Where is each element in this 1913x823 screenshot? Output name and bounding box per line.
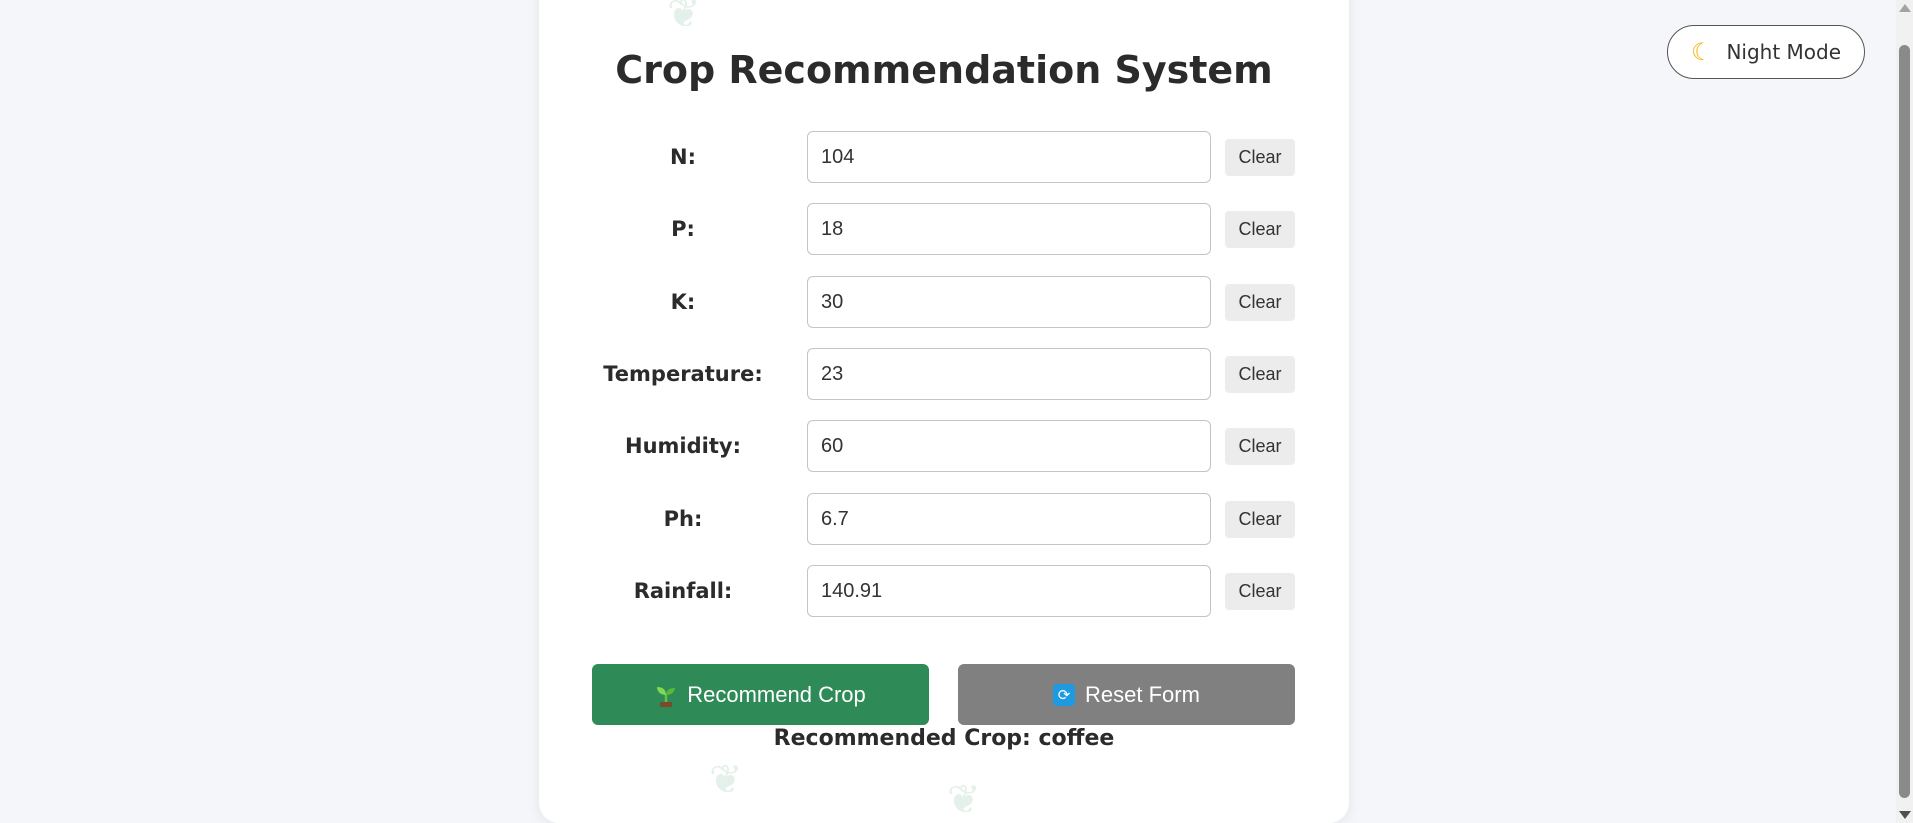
recommend-crop-button[interactable]: Recommend Crop — [592, 664, 929, 725]
refresh-icon: ⟳ — [1053, 683, 1076, 706]
clear-humidity-button[interactable]: Clear — [1225, 428, 1295, 465]
moon-icon: ☾ — [1690, 38, 1713, 66]
recommendation-result: Recommended Crop: coffee — [773, 726, 1115, 751]
field-label-n: N: — [670, 145, 696, 169]
sprout-icon — [655, 683, 677, 707]
vertical-scrollbar[interactable] — [1896, 0, 1913, 823]
field-row-rainfall: Rainfall: Clear — [539, 565, 1349, 617]
clear-p-button[interactable]: Clear — [1225, 211, 1295, 248]
scroll-down-arrow-icon[interactable] — [1899, 811, 1911, 819]
page-title: Crop Recommendation System — [615, 48, 1273, 92]
field-label-p: P: — [671, 217, 695, 241]
clear-rainfall-button[interactable]: Clear — [1225, 573, 1295, 610]
ph-input[interactable] — [807, 493, 1211, 545]
k-input[interactable] — [807, 276, 1211, 328]
field-row-humidity: Humidity: Clear — [539, 420, 1349, 472]
leaf-decoration-icon: ❦ — [667, 0, 701, 36]
field-label-temperature: Temperature: — [603, 362, 763, 386]
field-label-k: K: — [670, 290, 696, 314]
leaf-decoration-icon: ❦ — [709, 758, 743, 802]
recommend-crop-label: Recommend Crop — [687, 681, 866, 707]
field-label-humidity: Humidity: — [625, 434, 741, 458]
reset-form-button[interactable]: ⟳ Reset Form — [958, 664, 1295, 725]
clear-k-button[interactable]: Clear — [1225, 284, 1295, 321]
form-card: ❦ ❦ ❦ Crop Recommendation System N: Clea… — [539, 0, 1349, 823]
field-row-ph: Ph: Clear — [539, 493, 1349, 545]
rainfall-input[interactable] — [807, 565, 1211, 617]
field-label-ph: Ph: — [663, 507, 703, 531]
temperature-input[interactable] — [807, 348, 1211, 400]
clear-ph-button[interactable]: Clear — [1225, 501, 1295, 538]
p-input[interactable] — [807, 203, 1211, 255]
clear-temperature-button[interactable]: Clear — [1225, 356, 1295, 393]
field-row-n: N: Clear — [539, 131, 1349, 183]
field-row-temperature: Temperature: Clear — [539, 348, 1349, 400]
night-mode-label: Night Mode — [1726, 40, 1842, 64]
clear-n-button[interactable]: Clear — [1225, 139, 1295, 176]
reset-form-label: Reset Form — [1085, 681, 1200, 707]
night-mode-button[interactable]: ☾ Night Mode — [1667, 25, 1865, 79]
leaf-decoration-icon: ❦ — [947, 778, 981, 822]
humidity-input[interactable] — [807, 420, 1211, 472]
n-input[interactable] — [807, 131, 1211, 183]
field-label-rainfall: Rainfall: — [633, 579, 733, 603]
field-row-p: P: Clear — [539, 203, 1349, 255]
scrollbar-thumb[interactable] — [1899, 45, 1910, 798]
scroll-up-arrow-icon[interactable] — [1899, 4, 1911, 12]
field-row-k: K: Clear — [539, 276, 1349, 328]
